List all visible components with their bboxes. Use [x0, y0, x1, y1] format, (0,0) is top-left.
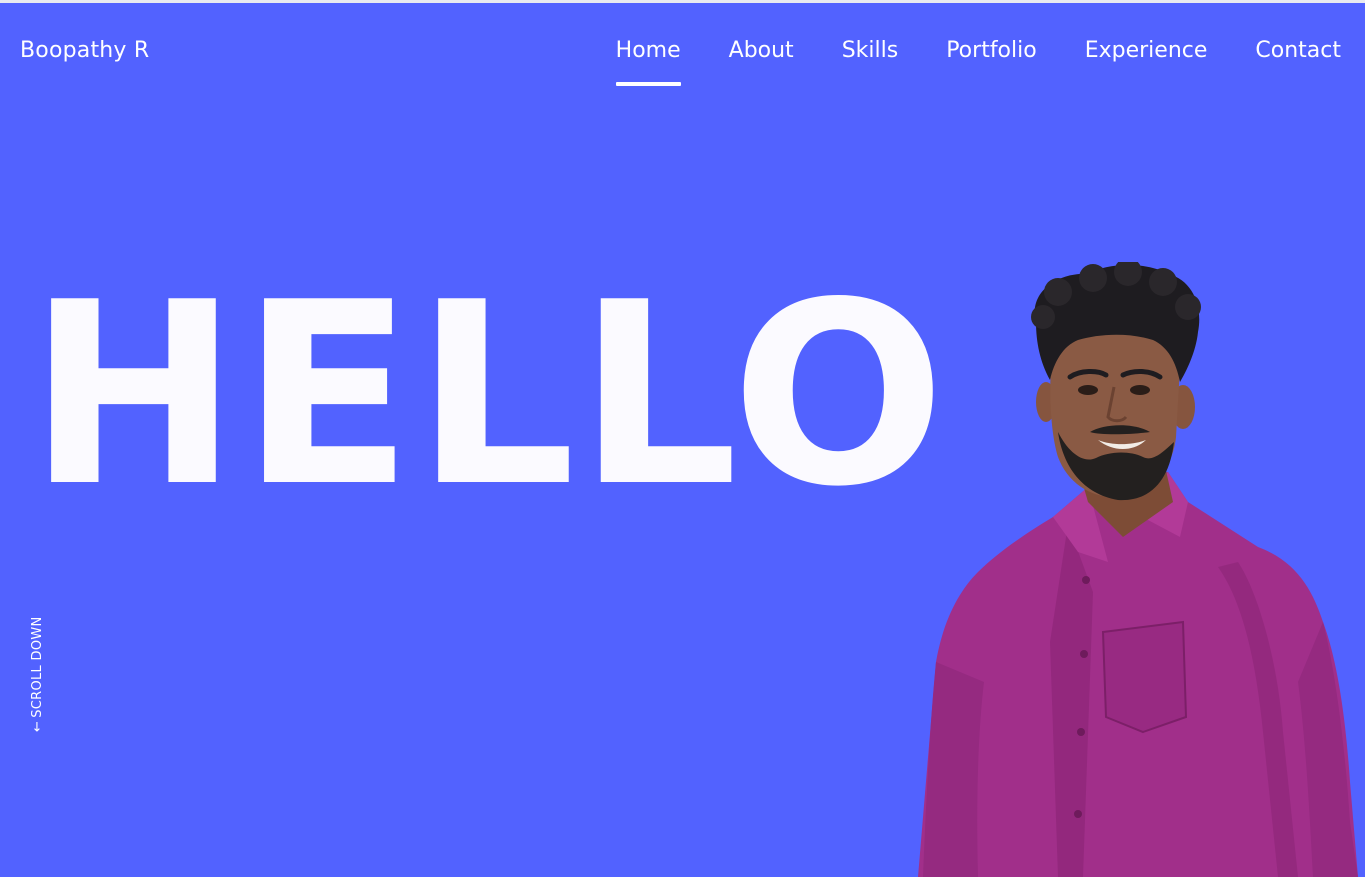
landing-page: Boopathy R Home About Skills Portfolio E… — [0, 0, 1365, 877]
nav-contact[interactable]: Contact — [1255, 38, 1341, 63]
scroll-down-label: SCROLL DOWN — [30, 616, 45, 718]
nav-experience[interactable]: Experience — [1085, 38, 1208, 63]
hero-headline: HELLO — [28, 249, 948, 542]
portrait-photo — [918, 262, 1358, 877]
main-nav: Home About Skills Portfolio Experience C… — [615, 38, 1341, 86]
nav-about[interactable]: About — [729, 38, 794, 63]
nav-portfolio[interactable]: Portfolio — [946, 38, 1037, 63]
nav-skills[interactable]: Skills — [842, 38, 899, 63]
arrow-down-icon: ← — [30, 720, 45, 732]
site-brand[interactable]: Boopathy R — [20, 38, 149, 63]
top-border — [0, 0, 1365, 3]
scroll-down-link[interactable]: ← SCROLL DOWN — [30, 600, 50, 740]
nav-home[interactable]: Home — [615, 38, 681, 86]
